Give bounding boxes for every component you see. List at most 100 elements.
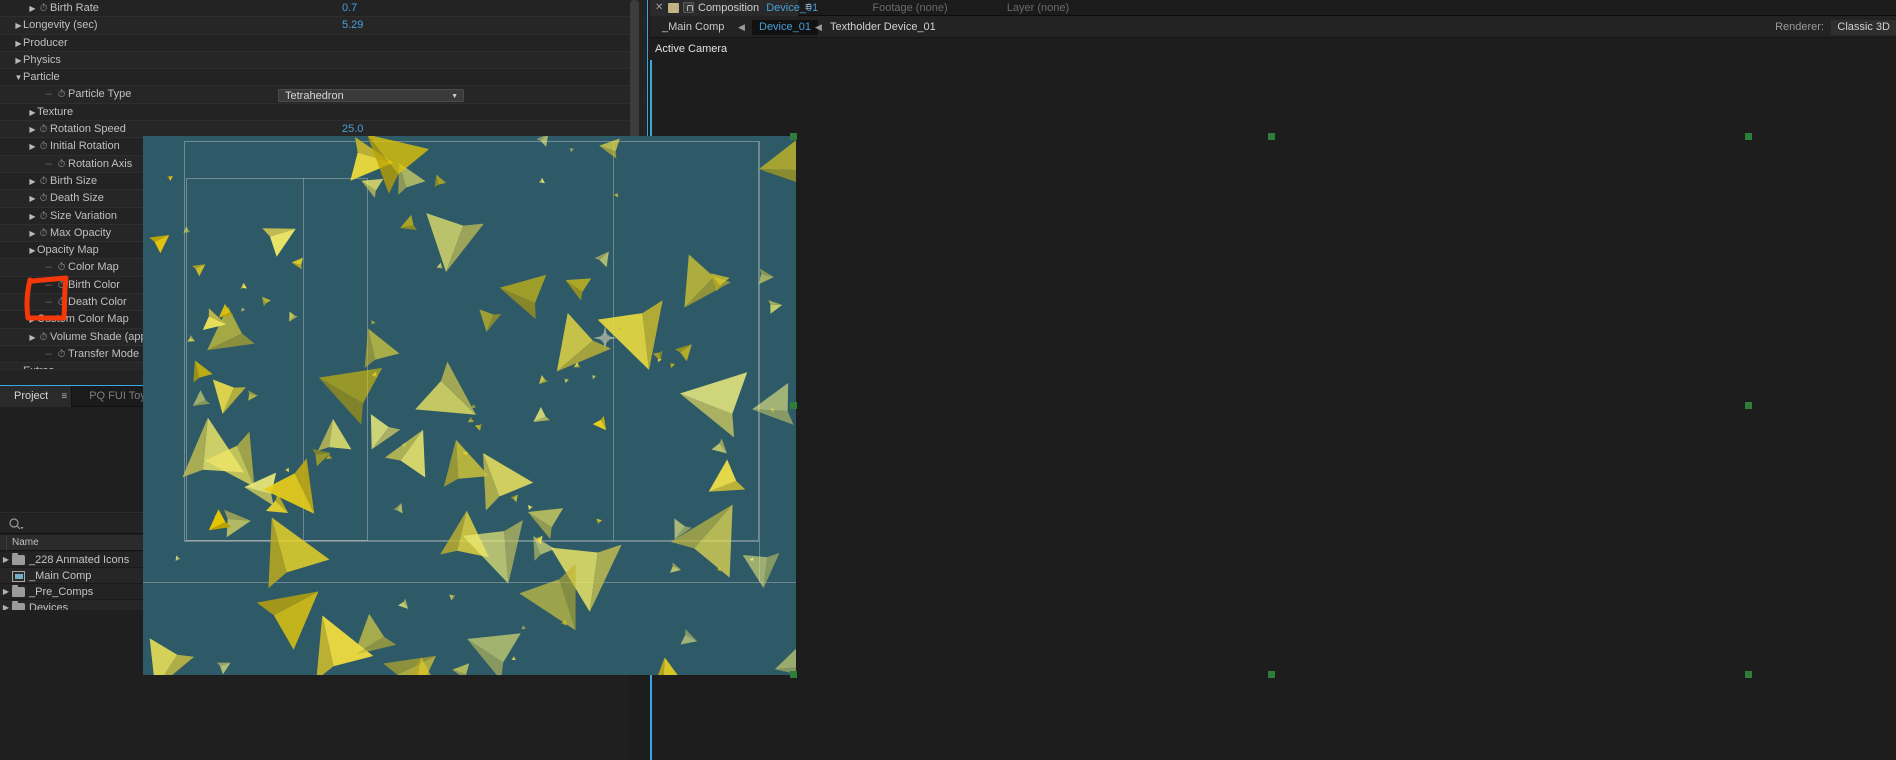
chevron-right-icon[interactable]: ▶ (28, 225, 37, 242)
particle-tetrahedron (511, 655, 517, 660)
panel-menu-icon[interactable]: ≡ (61, 386, 67, 407)
stopwatch-icon[interactable]: ⏱ (37, 138, 50, 155)
breadcrumb-arrow-1[interactable]: ◀ (738, 16, 745, 38)
property-label: Custom Color Map (37, 313, 129, 326)
chevron-right-icon[interactable]: ▶ (28, 208, 37, 225)
selection-handle-mid-left[interactable] (790, 402, 797, 409)
stopwatch-icon[interactable]: ⏱ (55, 346, 68, 363)
particle-tetrahedron (241, 307, 246, 312)
chevron-down-icon[interactable]: ▼ (14, 69, 23, 86)
effect-property-row[interactable]: ▶Longevity (sec) 5.29 (0, 17, 645, 35)
chevron-right-icon[interactable]: ▶ (14, 52, 23, 69)
breadcrumb-main-comp[interactable]: _Main Comp (662, 16, 724, 38)
property-label: Rotation Speed (50, 123, 126, 136)
stopwatch-icon[interactable]: ⏱ (37, 121, 50, 138)
particle-tetrahedron (193, 360, 213, 383)
selection-handle-mid-right[interactable] (1745, 402, 1752, 409)
stopwatch-icon[interactable]: ⏱ (55, 294, 68, 311)
particle-tetrahedron (591, 375, 597, 380)
property-label: Transfer Mode (68, 347, 140, 360)
chevron-right-icon[interactable]: ▶ (14, 35, 23, 52)
breadcrumb-arrow-2[interactable]: ◀ (815, 16, 822, 38)
active-camera-label: Active Camera (655, 43, 728, 55)
selection-handle-top-left[interactable] (790, 133, 797, 140)
chevron-down-icon: ▼ (451, 92, 458, 100)
particle-tetrahedron (752, 383, 794, 425)
selection-handle-bottom-center[interactable] (1268, 671, 1275, 678)
property-label: Birth Color (68, 278, 120, 291)
property-label: Birth Size (50, 174, 98, 187)
chevron-right-icon[interactable]: ▶ (28, 121, 37, 138)
renderer-value[interactable]: Classic 3D (1831, 20, 1896, 35)
effect-property-row[interactable]: ▶ ⏱ Birth Rate 0.7 (0, 0, 645, 18)
stopwatch-icon[interactable]: ⏱ (55, 156, 68, 173)
particle-tetrahedron (187, 335, 196, 342)
tab-layer[interactable]: Layer (none) (968, 0, 1108, 16)
folder-icon (12, 553, 25, 565)
chevron-right-icon[interactable]: ▶ (28, 138, 37, 155)
effect-property-row[interactable]: ▶Physics (0, 51, 645, 70)
property-label: Initial Rotation (50, 140, 120, 153)
effect-property-row[interactable]: ▼Particle (0, 69, 645, 87)
chevron-right-icon[interactable]: ▶ (28, 329, 37, 346)
project-item-name: _228 Anmated Icons (29, 554, 130, 566)
particle-tetrahedron (569, 148, 574, 153)
stopwatch-icon[interactable]: ⏱ (37, 225, 50, 242)
selection-handle-bottom-right[interactable] (1745, 671, 1752, 678)
particle-tetrahedron (758, 268, 774, 285)
property-value[interactable]: 5.29 (342, 17, 363, 34)
particle-field (149, 136, 796, 675)
chevron-right-icon[interactable]: ▶ (28, 104, 37, 121)
stopwatch-icon[interactable]: ⏱ (37, 208, 50, 225)
particle-tetrahedron (533, 406, 550, 423)
particle-tetrahedron (684, 254, 731, 308)
particle-tetrahedron (400, 214, 418, 231)
property-dropdown[interactable]: Tetrahedron ▼ (278, 88, 464, 102)
chevron-right-icon[interactable]: ▶ (28, 242, 37, 259)
chevron-right-icon[interactable]: ▶ (0, 584, 12, 600)
particle-tetrahedron (594, 251, 609, 268)
property-value[interactable]: 0.7 (342, 0, 357, 17)
close-icon[interactable]: ✕ (655, 2, 663, 13)
particle-tetrahedron (216, 662, 231, 675)
particle-tetrahedron (175, 555, 181, 562)
stopwatch-icon[interactable]: ⏱ (37, 329, 50, 346)
chevron-right-icon[interactable]: ▶ (28, 190, 37, 207)
chevron-right-icon[interactable]: ▶ (0, 552, 12, 568)
particle-tetrahedron (599, 138, 620, 159)
tab-footage[interactable]: Footage (none) (840, 0, 980, 16)
property-dash: – (45, 347, 52, 360)
stopwatch-icon[interactable]: ⏱ (37, 173, 50, 190)
stopwatch-icon[interactable]: ⏱ (37, 190, 50, 207)
chevron-right-icon[interactable]: ▶ (14, 17, 23, 34)
selection-handle-top-right[interactable] (1745, 133, 1752, 140)
chevron-right-icon[interactable]: ▶ (28, 173, 37, 190)
particle-tetrahedron (284, 467, 289, 473)
stopwatch-icon[interactable]: ⏱ (37, 0, 50, 17)
chevron-right-icon[interactable]: ▶ (28, 0, 37, 17)
selection-handle-top-center[interactable] (1268, 133, 1275, 140)
breadcrumb-textholder-device-01[interactable]: Textholder Device_01 (830, 16, 936, 38)
breadcrumb-device-01[interactable]: Device_01 (752, 20, 818, 35)
effect-property-row[interactable]: ▶Texture (0, 103, 645, 122)
particle-tetrahedron (510, 494, 518, 503)
stopwatch-icon[interactable]: ⏱ (55, 86, 68, 103)
chevron-right-icon[interactable]: ▶ (28, 311, 37, 328)
effect-property-row[interactable]: ▶Producer (0, 34, 645, 52)
effect-property-row[interactable]: – ⏱ Particle Type Tetrahedron ▼ (0, 86, 645, 104)
stopwatch-icon[interactable]: ⏱ (55, 259, 68, 276)
stopwatch-icon[interactable]: ⏱ (55, 277, 68, 294)
particle-tetrahedron (592, 415, 607, 431)
viewer-panel-menu-icon[interactable]: ≡ (805, 1, 811, 13)
selection-handle-bottom-left[interactable] (790, 671, 797, 678)
tab-project[interactable]: Project ≡ (0, 386, 73, 407)
composition-canvas[interactable] (143, 136, 796, 675)
project-item-name: _Main Comp (29, 570, 92, 582)
property-label: Longevity (sec) (23, 19, 98, 32)
particle-tetrahedron (449, 594, 456, 601)
lock-icon[interactable] (683, 2, 694, 13)
particle-tetrahedron (768, 300, 783, 314)
search-icon[interactable] (8, 517, 24, 531)
particle-tetrahedron (263, 458, 315, 514)
particle-tetrahedron (268, 517, 330, 589)
